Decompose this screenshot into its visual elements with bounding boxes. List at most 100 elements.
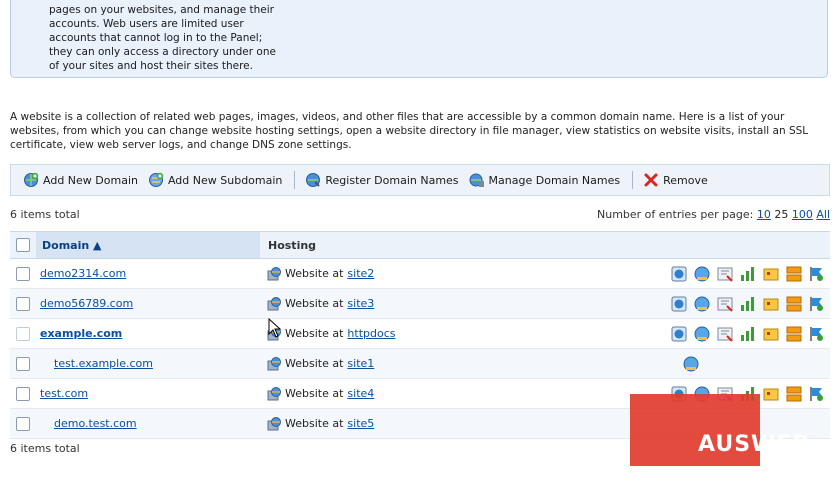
manage-domain-button[interactable]: Manage Domain Names — [465, 169, 625, 191]
hosting-link[interactable]: site5 — [347, 417, 374, 430]
add-domain-button[interactable]: Add New Domain — [19, 169, 142, 191]
domain-cell: demo2314.com — [36, 258, 260, 289]
dns-settings-icon[interactable] — [785, 295, 803, 313]
website-icon — [267, 296, 281, 310]
manage-domain-label: Manage Domain Names — [488, 173, 621, 187]
row-checkbox-disabled — [16, 326, 30, 341]
statistics-icon[interactable] — [739, 325, 757, 343]
hosting-link[interactable]: site1 — [347, 357, 374, 370]
column-hosting-header[interactable]: Hosting — [260, 231, 506, 259]
file-manager-icon[interactable] — [693, 265, 711, 283]
subdomain-link[interactable]: test.example.com — [54, 357, 153, 370]
remove-label: Remove — [663, 173, 708, 187]
table-header-row: Domain ▲ Hosting — [10, 231, 830, 259]
register-domain-icon — [306, 173, 321, 187]
info-line: they can only access a directory under o… — [49, 46, 276, 58]
domain-cell: example.com — [36, 318, 260, 349]
page-description: A website is a collection of related web… — [10, 111, 809, 151]
row-checkbox-cell — [10, 318, 36, 349]
dns-settings-icon[interactable] — [785, 325, 803, 343]
hosting-link[interactable]: site4 — [347, 387, 374, 400]
hosting-settings-icon[interactable] — [808, 295, 826, 313]
hosting-settings-icon[interactable] — [808, 265, 826, 283]
toolbar: Add New Domain Add New Subdomain Registe… — [10, 164, 830, 196]
hosting-prefix: Website at — [285, 357, 344, 370]
website-icon — [267, 386, 281, 400]
select-all-checkbox[interactable] — [16, 238, 30, 252]
remove-icon — [644, 173, 658, 187]
web-logs-icon[interactable] — [762, 385, 780, 403]
entries-per-page: Number of entries per page: 10 25 100 Al… — [597, 208, 830, 221]
add-subdomain-label: Add New Subdomain — [167, 173, 283, 187]
register-domain-label: Register Domain Names — [325, 173, 459, 187]
actions-cell — [506, 318, 830, 349]
subdomain-link[interactable]: demo.test.com — [54, 417, 137, 430]
remove-button[interactable]: Remove — [639, 169, 712, 191]
items-total-footer: 6 items total — [10, 442, 80, 455]
website-icon — [267, 266, 281, 280]
row-checkbox[interactable] — [16, 266, 30, 281]
per-page-all-link[interactable]: All — [816, 208, 830, 221]
hosting-cell: Website at site3 — [260, 288, 506, 319]
row-checkbox[interactable] — [16, 356, 30, 371]
ssl-certificate-icon[interactable] — [716, 325, 734, 343]
info-line: accounts. Web users are limited user — [49, 18, 244, 30]
website-icon — [267, 356, 281, 370]
hosting-prefix: Website at — [285, 327, 344, 340]
add-domain-label: Add New Domain — [43, 173, 138, 187]
table-row: demo2314.com Website at site2 — [10, 258, 830, 289]
row-checkbox-cell — [10, 288, 36, 319]
table-row: example.com Website at httpdocs — [10, 318, 830, 349]
hosting-settings-icon[interactable] — [808, 385, 826, 403]
domain-cell: demo56789.com — [36, 288, 260, 319]
register-domain-button[interactable]: Register Domain Names — [301, 169, 462, 191]
hosting-link[interactable]: site2 — [347, 267, 374, 280]
dns-settings-icon[interactable] — [785, 265, 803, 283]
open-in-browser-icon[interactable] — [670, 325, 688, 343]
file-manager-icon[interactable] — [693, 325, 711, 343]
web-logs-icon[interactable] — [762, 265, 780, 283]
per-page-100-link[interactable]: 100 — [792, 208, 813, 221]
table-row: test.example.com Website at site1 — [10, 348, 830, 379]
per-page-10-link[interactable]: 10 — [757, 208, 771, 221]
domain-link[interactable]: example.com — [40, 327, 122, 340]
statistics-icon[interactable] — [739, 295, 757, 313]
row-checkbox[interactable] — [16, 296, 30, 311]
column-domain-header[interactable]: Domain ▲ — [36, 231, 260, 259]
file-manager-icon[interactable] — [693, 295, 711, 313]
open-in-browser-icon[interactable] — [670, 295, 688, 313]
info-text: pages on your websites, and manage their… — [49, 3, 289, 73]
dns-settings-icon[interactable] — [785, 385, 803, 403]
hosting-prefix: Website at — [285, 417, 344, 430]
statistics-icon[interactable] — [739, 265, 757, 283]
info-box: pages on your websites, and manage their… — [10, 0, 828, 78]
domain-link[interactable]: demo2314.com — [40, 267, 126, 280]
row-checkbox[interactable] — [16, 416, 30, 431]
row-checkbox-cell — [10, 348, 36, 379]
entries-per-page-label: Number of entries per page: — [597, 208, 754, 221]
per-page-25-current: 25 — [774, 208, 789, 221]
open-in-browser-icon[interactable] — [670, 265, 688, 283]
actions-cell — [506, 348, 830, 379]
hosting-settings-icon[interactable] — [808, 325, 826, 343]
ssl-certificate-icon[interactable] — [716, 295, 734, 313]
hosting-prefix: Website at — [285, 267, 344, 280]
domain-link[interactable]: demo56789.com — [40, 297, 133, 310]
web-logs-icon[interactable] — [762, 325, 780, 343]
file-manager-icon[interactable] — [682, 355, 700, 373]
table-row: demo56789.com Website at site3 — [10, 288, 830, 319]
ssl-certificate-icon[interactable] — [716, 265, 734, 283]
domain-link[interactable]: test.com — [40, 387, 88, 400]
domain-cell: demo.test.com — [36, 408, 260, 439]
watermark-logo: AUSWEB — [698, 432, 811, 457]
add-globe-icon — [24, 172, 39, 187]
hosting-link[interactable]: httpdocs — [347, 327, 395, 340]
hosting-prefix: Website at — [285, 297, 344, 310]
hosting-link[interactable]: site3 — [347, 297, 374, 310]
row-checkbox[interactable] — [16, 386, 30, 401]
web-logs-icon[interactable] — [762, 295, 780, 313]
add-subdomain-button[interactable]: Add New Subdomain — [144, 169, 286, 191]
hosting-cell: Website at site1 — [260, 348, 506, 379]
hosting-cell: Website at site5 — [260, 408, 506, 439]
hosting-cell: Website at httpdocs — [260, 318, 506, 349]
